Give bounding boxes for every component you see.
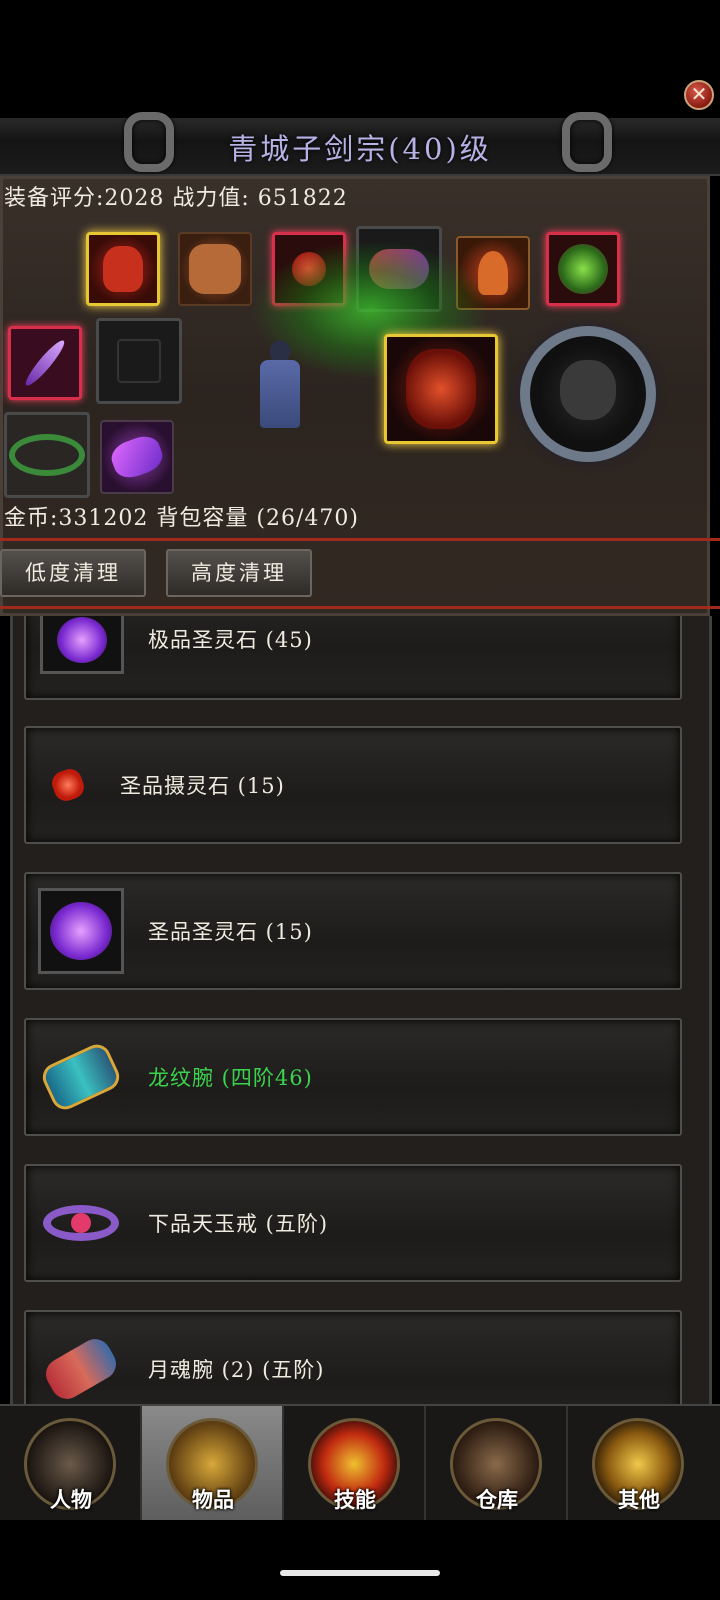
gem-slot[interactable] (100, 420, 174, 494)
score-line: 装备评分:2028 战力值: 651822 (4, 186, 348, 211)
bracer-icon (38, 1326, 124, 1404)
collar-icon (9, 434, 85, 476)
tiger-icon (560, 360, 616, 420)
helmet-icon (103, 246, 143, 292)
item-name: 圣品圣灵石 (15) (148, 920, 313, 944)
list-item[interactable]: 龙纹腕 (四阶46) (24, 1018, 682, 1136)
purple-spirit-stone-icon (38, 888, 124, 974)
tab-label: 人物 (50, 1487, 92, 1512)
helmet-slot[interactable] (86, 232, 160, 306)
close-icon: ✕ (690, 82, 708, 106)
item-name: 龙纹腕 (四阶46) (148, 1066, 313, 1090)
tab-skills[interactable]: 技能 (284, 1406, 426, 1520)
tab-label: 仓库 (476, 1487, 518, 1512)
item-name: 极品圣灵石 (45) (148, 628, 313, 652)
bottom-nav: 人物 物品 技能 仓库 其他 (0, 1404, 720, 1520)
tab-label: 技能 (334, 1487, 376, 1512)
high-clean-button[interactable]: 高度清理 (166, 549, 312, 597)
bracer-icon (38, 1034, 124, 1120)
list-item[interactable]: 圣品摄灵石 (15) (24, 726, 682, 844)
purple-spirit-stone-icon (40, 616, 124, 674)
home-indicator[interactable] (280, 1570, 440, 1576)
tab-items[interactable]: 物品 (142, 1406, 284, 1520)
mount-slot[interactable] (384, 334, 498, 444)
red-spirit-stone-icon (38, 742, 124, 828)
armor-slot[interactable] (178, 232, 252, 306)
item-name: 圣品摄灵石 (15) (120, 774, 285, 798)
item-name: 月魂腕 (2) (五阶) (148, 1358, 325, 1382)
character-model[interactable] (260, 360, 300, 428)
jewel-icon (107, 431, 167, 483)
tab-warehouse[interactable]: 仓库 (426, 1406, 568, 1520)
low-clean-button[interactable]: 低度清理 (0, 549, 146, 597)
item-name: 下品天玉戒 (五阶) (148, 1212, 329, 1236)
collar-slot[interactable] (4, 412, 90, 498)
tab-character[interactable]: 人物 (0, 1406, 142, 1520)
close-button[interactable]: ✕ (684, 80, 714, 110)
empty-slot-icon (117, 339, 161, 383)
weapon-slot[interactable] (8, 326, 82, 400)
character-title: 青城子剑宗(40)级 (228, 132, 492, 166)
divider-bottom (0, 606, 720, 609)
tab-label: 物品 (192, 1487, 234, 1512)
sword-icon (21, 336, 69, 390)
list-item[interactable]: 下品天玉戒 (五阶) (24, 1164, 682, 1282)
tab-label: 其他 (618, 1487, 660, 1512)
orb-slot[interactable] (546, 232, 620, 306)
divider-top (0, 538, 720, 541)
list-item[interactable]: 圣品圣灵石 (15) (24, 872, 682, 990)
character-head (270, 340, 290, 362)
armor-icon (189, 244, 241, 294)
ring-icon (38, 1180, 124, 1266)
gold-and-bag-capacity: 金币:331202 背包容量 (26/470) (4, 506, 359, 531)
tab-other[interactable]: 其他 (568, 1406, 720, 1520)
orb-icon (558, 244, 608, 294)
empty-slot[interactable] (96, 318, 182, 404)
fire-dragon-icon (406, 349, 476, 429)
